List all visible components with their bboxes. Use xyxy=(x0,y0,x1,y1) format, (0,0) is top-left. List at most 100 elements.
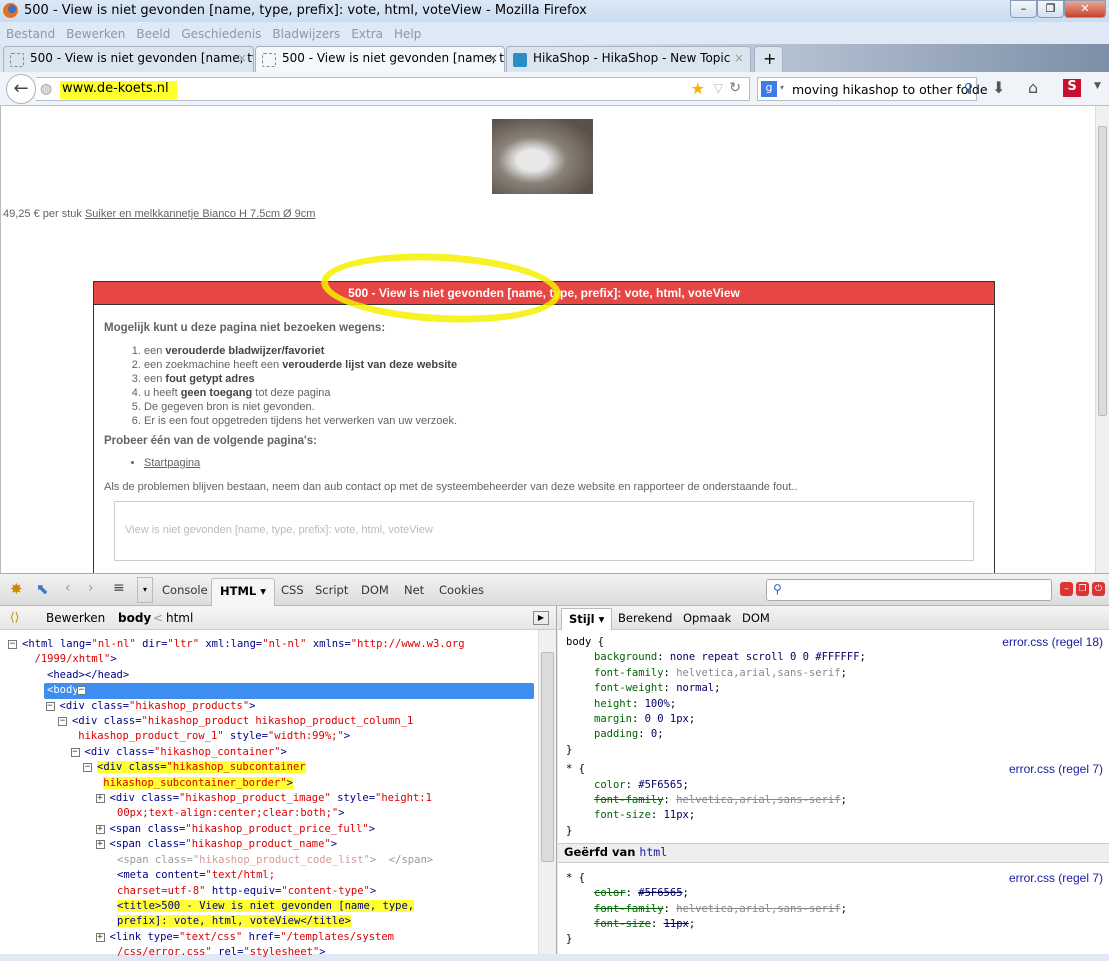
product-name-link[interactable]: Suiker en melkkannetje Bianco H 7.5cm Ø … xyxy=(85,208,316,220)
css-property[interactable]: font-weight: normal; xyxy=(566,681,1109,696)
downloads-icon[interactable]: ⬇ xyxy=(992,78,1005,97)
code-view-icon[interactable]: ⟨⟩ xyxy=(10,610,19,624)
css-property[interactable]: font-family: helvetica,arial,sans-serif; xyxy=(566,793,1109,808)
expand-toggle-icon[interactable]: − xyxy=(70,747,80,757)
url-text[interactable]: www.de-koets.nl xyxy=(60,81,177,99)
dom-node-line[interactable]: /1999/xhtml"> xyxy=(0,652,556,667)
css-property-value[interactable]: 11px xyxy=(664,918,689,930)
search-box[interactable]: g ▾ moving hikashop to other folde ⚲ xyxy=(757,77,988,101)
css-property-name[interactable]: color xyxy=(594,779,626,791)
css-property-name[interactable]: margin xyxy=(594,713,632,725)
expand-toggle-icon[interactable]: + xyxy=(95,932,105,942)
dom-node-line[interactable]: prefix]: vote, html, voteView</title> xyxy=(0,914,556,929)
dom-node-line[interactable]: charset=utf-8" http-equiv="content-type"… xyxy=(0,884,556,899)
dom-node-line[interactable]: + <span class="hikashop_product_name"> xyxy=(0,837,556,852)
css-property-name[interactable]: font-family xyxy=(594,667,664,679)
dom-node-line[interactable]: hikashop_product_row_1" style="width:99%… xyxy=(0,729,556,744)
css-property-name[interactable]: font-size xyxy=(594,918,651,930)
menu-beeld[interactable]: Beeld xyxy=(136,27,170,41)
css-property-value[interactable]: #5F6565 xyxy=(638,779,682,791)
dom-node-line[interactable]: + <span class="hikashop_product_price_ful… xyxy=(0,822,556,837)
search-input[interactable]: moving hikashop to other folde xyxy=(792,82,988,97)
dom-node-line[interactable]: <head></head> xyxy=(0,668,556,683)
minimize-button[interactable]: – xyxy=(1010,0,1037,18)
edit-button[interactable]: Bewerken xyxy=(46,611,105,625)
product-image[interactable] xyxy=(492,119,593,194)
css-property-value[interactable]: normal xyxy=(676,682,714,694)
page-scrollbar[interactable] xyxy=(1095,106,1109,573)
dom-node-line[interactable]: − <div class="hikashop_product hikashop_p… xyxy=(0,714,556,729)
inherited-from-link[interactable]: html xyxy=(639,845,667,859)
menu-dropdown-icon[interactable]: ▼ xyxy=(1094,81,1101,91)
scrollbar-thumb[interactable] xyxy=(1098,126,1107,416)
close-tab-icon[interactable]: × xyxy=(237,51,247,65)
inspect-element-icon[interactable]: ⬉ xyxy=(36,580,49,598)
css-property-name[interactable]: font-family xyxy=(594,903,664,915)
dom-node-line[interactable]: − <div class="hikashop_subcontainer xyxy=(0,760,556,775)
menu-extra[interactable]: Extra xyxy=(351,27,383,41)
addon-s-icon[interactable]: S xyxy=(1063,79,1081,97)
css-property[interactable]: font-family: helvetica,arial,sans-serif; xyxy=(566,902,1109,917)
firebug-icon[interactable]: ✸ xyxy=(10,580,23,598)
close-tab-icon[interactable]: × xyxy=(488,51,498,65)
breadcrumb-html[interactable]: html xyxy=(166,611,193,625)
css-property[interactable]: height: 100%; xyxy=(566,697,1109,712)
menu-help[interactable]: Help xyxy=(394,27,421,41)
expand-toggle-icon[interactable]: − xyxy=(45,701,55,711)
tab-hikashop[interactable]: HikaShop - HikaShop - New Topic × xyxy=(506,46,751,72)
tab-berekend[interactable]: Berekend xyxy=(618,611,672,625)
css-source-link[interactable]: error.css (regel 18) xyxy=(1002,635,1103,650)
css-property-value[interactable]: 11px xyxy=(664,809,689,821)
css-property-value[interactable]: none repeat scroll 0 0 #FFFFFF xyxy=(670,651,860,663)
expand-toggle-icon[interactable]: + xyxy=(95,824,105,834)
dom-node-line[interactable]: hikashop_subcontainer_border"> xyxy=(0,776,556,791)
tab-script[interactable]: Script xyxy=(315,583,348,597)
css-property-value[interactable]: helvetica,arial,sans-serif xyxy=(676,794,840,806)
url-bar[interactable]: ◍ www.de-koets.nl ★ ▽ ↻ xyxy=(36,77,750,101)
panel-menu-icon[interactable]: ≡ xyxy=(113,580,125,596)
breadcrumb-body[interactable]: body xyxy=(118,611,151,625)
css-property-value[interactable]: helvetica,arial,sans-serif xyxy=(676,903,840,915)
css-property-name[interactable]: font-weight xyxy=(594,682,664,694)
dom-node-line[interactable]: + <link type="text/css" href="/templates/… xyxy=(0,930,556,945)
tab-console[interactable]: Console xyxy=(162,583,208,597)
dom-node-line[interactable]: <span class="hikashop_product_code_list"… xyxy=(0,853,556,868)
dom-node-line[interactable]: /css/error.css" rel="stylesheet"> xyxy=(0,945,556,960)
google-engine-icon[interactable]: g xyxy=(761,81,777,97)
css-source-link[interactable]: error.css (regel 7) xyxy=(1009,762,1103,777)
css-property-name[interactable]: background xyxy=(594,651,657,663)
html-panel-scrollbar[interactable] xyxy=(538,630,556,954)
dom-node-line[interactable]: 00px;text-align:center;clear:both;"> xyxy=(0,806,556,821)
close-firebug-button[interactable]: ⏻ xyxy=(1092,582,1105,596)
tab-dom-side[interactable]: DOM xyxy=(742,611,770,625)
engine-dropdown-icon[interactable]: ▾ xyxy=(780,83,784,92)
css-property-name[interactable]: color xyxy=(594,887,626,899)
home-icon[interactable]: ⌂ xyxy=(1028,78,1038,97)
css-property-value[interactable]: 0 0 1px xyxy=(645,713,689,725)
forward-arrow-icon[interactable]: › xyxy=(88,580,94,596)
menu-bewerken[interactable]: Bewerken xyxy=(66,27,125,41)
back-button[interactable]: ← xyxy=(6,74,36,104)
dom-node-line[interactable]: <title>500 - View is niet gevonden [name… xyxy=(0,899,556,914)
menu-geschiedenis[interactable]: Geschiedenis xyxy=(181,27,261,41)
css-property-name[interactable]: padding xyxy=(594,728,638,740)
bookmark-star-icon[interactable]: ★ xyxy=(691,79,705,98)
startpagina-link[interactable]: Startpagina xyxy=(144,457,200,469)
css-property-name[interactable]: font-size xyxy=(594,809,651,821)
tab-cookies[interactable]: Cookies xyxy=(439,583,484,597)
search-icon[interactable]: ⚲ xyxy=(964,80,973,95)
tab-net[interactable]: Net xyxy=(404,583,424,597)
reload-icon[interactable]: ↻ xyxy=(729,80,741,96)
dom-node-line[interactable]: <meta content="text/html; xyxy=(0,868,556,883)
back-arrow-icon[interactable]: ‹ xyxy=(65,580,71,596)
dom-node-line[interactable]: − <html lang="nl-nl" dir="ltr" xml:lang="… xyxy=(0,637,556,652)
expand-toggle-icon[interactable]: − xyxy=(58,717,67,727)
dropdown-icon[interactable]: ▾ xyxy=(137,577,153,603)
css-property-value[interactable]: #5F6565 xyxy=(638,887,682,899)
expand-toggle-icon[interactable]: − xyxy=(77,686,86,696)
css-property-name[interactable]: height xyxy=(594,698,632,710)
detach-firebug-button[interactable]: ❐ xyxy=(1076,582,1089,596)
dom-node-line[interactable]: − <div class="hikashop_container"> xyxy=(0,745,556,760)
css-property-value[interactable]: helvetica,arial,sans-serif xyxy=(676,667,840,679)
dom-node-line[interactable]: − <div class="hikashop_products"> xyxy=(0,699,556,714)
